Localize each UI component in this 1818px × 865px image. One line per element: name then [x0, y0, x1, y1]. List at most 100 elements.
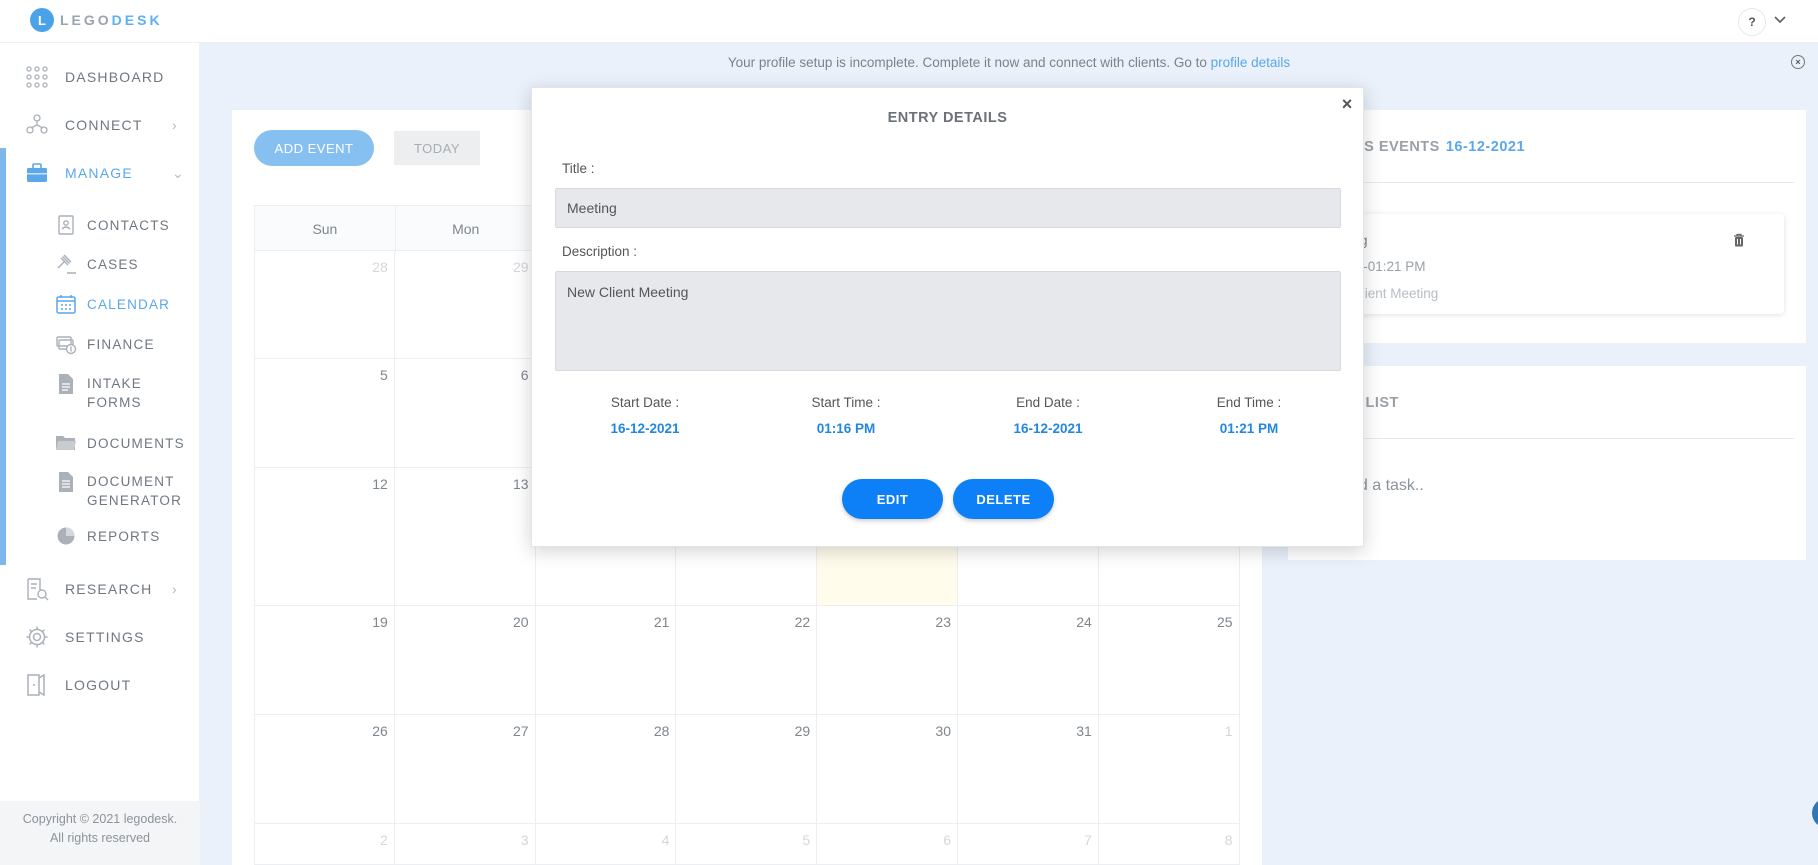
calendar-date: 28 [372, 259, 388, 275]
sidebar-item-label: DOCUMENTS [87, 436, 185, 451]
calendar-cell[interactable]: 29 [676, 715, 818, 824]
briefcase-icon [24, 160, 50, 186]
copyright-line: All rights reserved [49, 831, 151, 845]
calendar-cell[interactable]: 29 [394, 251, 536, 359]
title-field[interactable]: Meeting [555, 188, 1341, 228]
calendar-date: 5 [802, 832, 811, 848]
door-exit-icon [24, 672, 50, 698]
calendar-cell[interactable]: 31 [958, 715, 1099, 824]
chevron-down-icon: ⌄ [172, 164, 184, 181]
calendar-cell[interactable]: 27 [394, 715, 536, 824]
contact-card-icon [54, 213, 78, 237]
calendar-date: 6 [943, 832, 951, 848]
logo[interactable]: L LEGODESK [30, 8, 163, 32]
calendar-date: 31 [1076, 723, 1092, 739]
today-button[interactable]: TODAY [394, 131, 480, 165]
calendar-date: 29 [794, 723, 811, 739]
delete-button[interactable]: DELETE [953, 479, 1054, 519]
gavel-icon [54, 252, 78, 276]
start-time-label: Start Time : [811, 395, 881, 410]
calendar-cell[interactable]: 26 [254, 715, 395, 824]
edit-button[interactable]: EDIT [842, 479, 943, 519]
money-icon [54, 332, 78, 356]
calendar-cell[interactable]: 6 [817, 824, 958, 865]
description-label: Description : [562, 244, 638, 259]
sidebar-item-label: RESEARCH [65, 581, 153, 597]
start-date-group: Start Date : 16-12-2021 [545, 395, 745, 436]
top-bar: L LEGODESK ? [0, 0, 1818, 43]
folder-icon [54, 431, 78, 455]
calendar-cell[interactable]: 24 [958, 606, 1099, 715]
calendar-cell[interactable]: 21 [535, 606, 677, 715]
close-icon[interactable]: × [1340, 95, 1354, 113]
help-button[interactable]: ? [1738, 8, 1766, 36]
calendar-date: 21 [653, 614, 670, 630]
sidebar-item-settings[interactable]: SETTINGS [0, 617, 200, 657]
calendar-date: 6 [520, 367, 529, 383]
sidebar-item-connect[interactable]: CONNECT › [0, 105, 200, 145]
sidebar-item-label: INTAKE FORMS [87, 376, 142, 410]
sidebar-item-label: CASES [87, 257, 139, 272]
end-time-group: End Time : 01:21 PM [1149, 395, 1349, 436]
calendar-date: 13 [513, 476, 529, 492]
calendar-cell[interactable]: 5 [254, 359, 395, 468]
description-field[interactable]: New Client Meeting [555, 271, 1341, 371]
calendar-cell[interactable]: 23 [817, 606, 958, 715]
add-event-button[interactable]: ADD EVENT [254, 130, 374, 166]
calendar-date: 1 [1224, 723, 1233, 739]
profile-details-link[interactable]: profile details [1211, 55, 1291, 70]
sidebar-item-label: DOCUMENT GENERATOR [87, 474, 183, 508]
calendar-icon [54, 292, 78, 316]
trash-icon[interactable] [1733, 233, 1747, 249]
calendar-date: 30 [935, 723, 951, 739]
title-label: Title : [562, 161, 595, 176]
calendar-date: 2 [380, 832, 388, 848]
calendar-date: 4 [661, 832, 670, 848]
calendar-cell[interactable]: 3 [394, 824, 536, 865]
manage-active-bar [0, 148, 6, 565]
end-date-label: End Date : [1016, 395, 1080, 410]
calendar-date: 12 [372, 476, 388, 492]
calendar-cell[interactable]: 8 [1098, 824, 1240, 865]
calendar-cell[interactable]: 28 [254, 251, 395, 359]
calendar-cell[interactable]: 30 [817, 715, 958, 824]
calendar-date: 26 [372, 723, 388, 739]
start-time-value: 01:16 PM [816, 421, 876, 436]
sidebar-item-logout[interactable]: LOGOUT [0, 665, 200, 705]
calendar-cell[interactable]: 28 [535, 715, 677, 824]
calendar-date: 28 [653, 723, 670, 739]
calendar-cell[interactable]: 22 [676, 606, 818, 715]
modal-title: ENTRY DETAILS [887, 110, 1008, 126]
calendar-cell[interactable]: 2 [254, 824, 395, 865]
calendar-date: 3 [520, 832, 529, 848]
sidebar-item-research[interactable]: RESEARCH › [0, 569, 200, 609]
sidebar-item-manage[interactable]: MANAGE ⌄ [0, 153, 200, 193]
calendar-date: 7 [1084, 832, 1092, 848]
chevron-down-icon[interactable] [1772, 12, 1788, 28]
calendar-cell[interactable]: 6 [394, 359, 536, 468]
calendar-cell[interactable]: 12 [254, 468, 395, 606]
chevron-right-icon: › [172, 117, 177, 133]
calendar-cell[interactable]: 20 [394, 606, 536, 715]
end-date-group: End Date : 16-12-2021 [948, 395, 1148, 436]
calendar-cell[interactable]: 25 [1098, 606, 1240, 715]
sidebar-item-label: DASHBOARD [65, 69, 165, 85]
calendar-day-header: Sun [255, 206, 396, 252]
calendar-date: 20 [513, 614, 529, 630]
calendar-cell[interactable]: 1 [1098, 715, 1240, 824]
sidebar: DASHBOARD CONNECT › MANAGE ⌄ CONTACTS CA… [0, 43, 200, 865]
chevron-right-icon: › [172, 581, 177, 597]
calendar-date: 8 [1224, 832, 1233, 848]
sidebar-item-dashboard[interactable]: DASHBOARD [0, 57, 200, 97]
calendar-cell[interactable]: 5 [676, 824, 818, 865]
notice-close-icon[interactable]: × [1791, 55, 1805, 69]
sidebar-item-label: CALENDAR [87, 297, 171, 312]
calendar-cell[interactable]: 7 [958, 824, 1099, 865]
calendar-cell[interactable]: 4 [535, 824, 677, 865]
start-date-label: Start Date : [610, 395, 680, 410]
copyright-line: Copyright © 2021 legodesk. [22, 812, 178, 826]
calendar-date: 27 [513, 723, 529, 739]
calendar-cell[interactable]: 13 [394, 468, 536, 606]
logo-mark-icon: L [30, 8, 54, 32]
calendar-cell[interactable]: 19 [254, 606, 395, 715]
